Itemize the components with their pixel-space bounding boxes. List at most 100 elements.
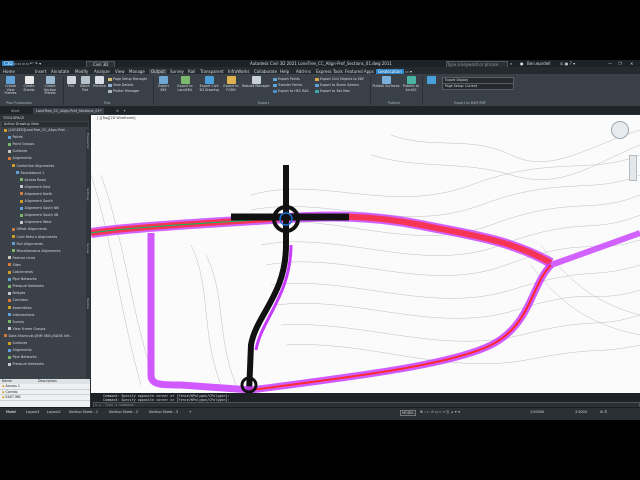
navigation-bar[interactable] (629, 155, 637, 181)
tab-help[interactable]: Help (280, 69, 289, 74)
annotation-scale[interactable]: 1:50000 (530, 410, 544, 414)
create-section-sheets-button[interactable]: Create Section Sheets (39, 76, 61, 96)
tree-item[interactable]: Points (8, 135, 23, 139)
viewcube-compass[interactable] (611, 121, 629, 139)
tree-item[interactable]: Surfaces (8, 341, 27, 345)
tree-item[interactable]: Catchments (8, 270, 33, 274)
layout-tab-model[interactable]: Model (6, 410, 16, 414)
tree-item[interactable]: Alignment North (20, 192, 52, 196)
layout-tab-layout2[interactable]: Layout2 (47, 410, 61, 414)
tab-featured-apps[interactable]: Featured Apps (345, 69, 374, 74)
ribbon-options-icon[interactable]: ▭ ▾ (405, 69, 412, 74)
restore-icon[interactable]: ❐ (618, 61, 622, 66)
tree-item[interactable]: Point Groups (8, 142, 34, 146)
tab-survey[interactable]: Survey (170, 69, 184, 74)
tab-insert[interactable]: Insert (35, 69, 46, 74)
toolspace-side-tab[interactable]: Settings (86, 188, 90, 200)
tree-item[interactable]: Data Shortcuts [BIM 360://ADSK Infr... (4, 334, 73, 338)
tab-transparent[interactable]: Transparent (200, 69, 224, 74)
close-icon[interactable]: ✕ (630, 61, 633, 66)
quick-access-icons[interactable]: ▫ ▫ ▫ ▫ ↶ ↷ ▾ (14, 61, 41, 66)
model-space-toggle[interactable]: MODEL (400, 410, 417, 416)
toolspace-side-tab[interactable]: Survey (86, 243, 90, 253)
tree-item[interactable]: Roundabout 1 (16, 171, 44, 175)
tree-item[interactable]: Alignment East (20, 185, 50, 189)
help-icons[interactable]: ⊡ ▣ ? ▾ (560, 61, 575, 66)
layout-tab-section-sheet-1[interactable]: Section Sheet - 1 (69, 410, 98, 414)
tab-modify[interactable]: Modify (75, 69, 88, 74)
layout-tab-layout1[interactable]: Layout1 (26, 410, 40, 414)
publish-arcgis-button[interactable]: Publish to ArcGIS (402, 76, 420, 92)
preview-button[interactable]: Preview (93, 76, 106, 89)
active-drawing-view-select[interactable]: Active Drawing View (2, 122, 88, 127)
tab-manage[interactable]: Manage (129, 69, 145, 74)
doc-tab-start[interactable]: Start (8, 108, 23, 114)
tab-output[interactable]: Output (149, 68, 167, 74)
tab-geolocation[interactable]: Geolocation (376, 68, 404, 74)
corridor-drawing[interactable] (91, 115, 640, 393)
tab-collaborate[interactable]: Collaborate (254, 69, 277, 74)
status-value[interactable]: 3.5000 (575, 410, 587, 414)
batch-plot-button[interactable]: Batch Plot (79, 76, 91, 92)
column-name[interactable]: Name (0, 379, 36, 384)
tree-item[interactable]: Pipe Networks (8, 277, 37, 281)
plot-button[interactable]: Plot (65, 76, 77, 89)
tree-item[interactable]: Pipe Networks (8, 355, 37, 359)
publish-surfaces-button[interactable]: Publish Surfaces (372, 76, 400, 89)
add-layout-icon[interactable]: + (189, 410, 192, 414)
create-sheets-button[interactable]: Create Sheets (22, 76, 36, 92)
tab-express-tools[interactable]: Express Tools (316, 69, 343, 74)
export-sdf-button[interactable]: Export Civil Objects to SDF (315, 77, 364, 81)
tree-item[interactable]: Alignment South NB (20, 206, 59, 210)
tree-item[interactable]: Curb Return Alignments (12, 235, 57, 239)
export-points-button[interactable]: Export Points (273, 77, 300, 81)
tree-item[interactable]: Pressure Networks (8, 362, 44, 366)
export-dwf-button[interactable] (424, 76, 438, 85)
column-description[interactable]: Description (36, 379, 57, 384)
drafting-toggles[interactable]: ⊞ ∷ ∟ ⊙ ▭ ⌗ ↗ ◫ ⊿ ✦ ▾ (420, 410, 460, 414)
viewport-controls[interactable]: [-][Top][2D Wireframe] (97, 116, 135, 120)
tree-item[interactable]: Survey (8, 320, 24, 324)
new-tab-icon[interactable]: + (120, 108, 129, 114)
tree-item[interactable]: Surfaces (8, 149, 27, 153)
plotter-manager-button[interactable]: Plotter Manager (108, 89, 139, 93)
tab-add-ins[interactable]: Add-ins (296, 69, 311, 74)
tab-home[interactable]: Home (3, 69, 15, 74)
tab-infraworks[interactable]: InfraWorks (228, 69, 249, 74)
page-setup-select[interactable]: Page Setup: Current (442, 83, 514, 90)
tab-analyze[interactable]: Analyze (94, 69, 110, 74)
customize-icon[interactable]: ⚙ ☰ (600, 410, 607, 414)
toolspace-side-tab[interactable]: Prospector (86, 133, 90, 149)
tree-item[interactable]: [LOCKED]LoneTree_CC_Align-Prof... (4, 128, 68, 132)
tree-item[interactable]: View Frame Groups (8, 327, 45, 331)
rebuild-manager-button[interactable]: Rebuild Manager (241, 76, 271, 89)
tree-item[interactable]: Pressure Networks (8, 284, 44, 288)
create-view-frames-button[interactable]: Create View Frames (2, 76, 19, 96)
export-landxml-button[interactable]: Export to LandXML (175, 76, 195, 92)
export-fgdb-button[interactable]: Export to FGDB (223, 76, 239, 92)
tree-item[interactable]: Alignment South (20, 199, 53, 203)
tree-item[interactable]: Centerline Alignments (12, 164, 54, 168)
tree-item[interactable]: Rail Alignments (12, 242, 43, 246)
doc-tab-drawing[interactable]: LoneTree_CC_Align-Prof_Sections_01* (33, 108, 105, 114)
tab-view[interactable]: View (115, 69, 125, 74)
tree-item[interactable]: Access Road (20, 178, 46, 182)
minimize-icon[interactable]: — (608, 61, 612, 66)
toolspace-side-tab[interactable]: Toolbox (86, 298, 90, 309)
page-setup-manager-button[interactable]: Page Setup Manager (108, 77, 147, 81)
tree-item[interactable]: Miscellaneous Alignments (12, 249, 61, 253)
search-icon[interactable]: ⌕ (510, 61, 512, 66)
tab-annotate[interactable]: Annotate (51, 69, 69, 74)
list-item[interactable]: ◆ EAST WB (0, 395, 90, 401)
tree-item[interactable]: Sites (8, 263, 21, 267)
layout-tab-section-sheet-2[interactable]: Section Sheet - 2 (109, 410, 138, 414)
user-name[interactable]: Ben.wardell (527, 61, 551, 66)
tree-item[interactable]: Corridors (8, 298, 28, 302)
drawing-canvas[interactable]: [-][Top][2D Wireframe] (91, 115, 640, 393)
tree-item[interactable]: Bridges (8, 291, 25, 295)
view-details-button[interactable]: View Details (108, 83, 133, 87)
export-imx-button[interactable]: Export IMX (155, 76, 172, 92)
tree-item[interactable]: Alignment South SB (20, 213, 58, 217)
export-hec-ras-button[interactable]: Export to HEC RAS (273, 89, 309, 93)
tab-rail[interactable]: Rail (188, 69, 195, 74)
